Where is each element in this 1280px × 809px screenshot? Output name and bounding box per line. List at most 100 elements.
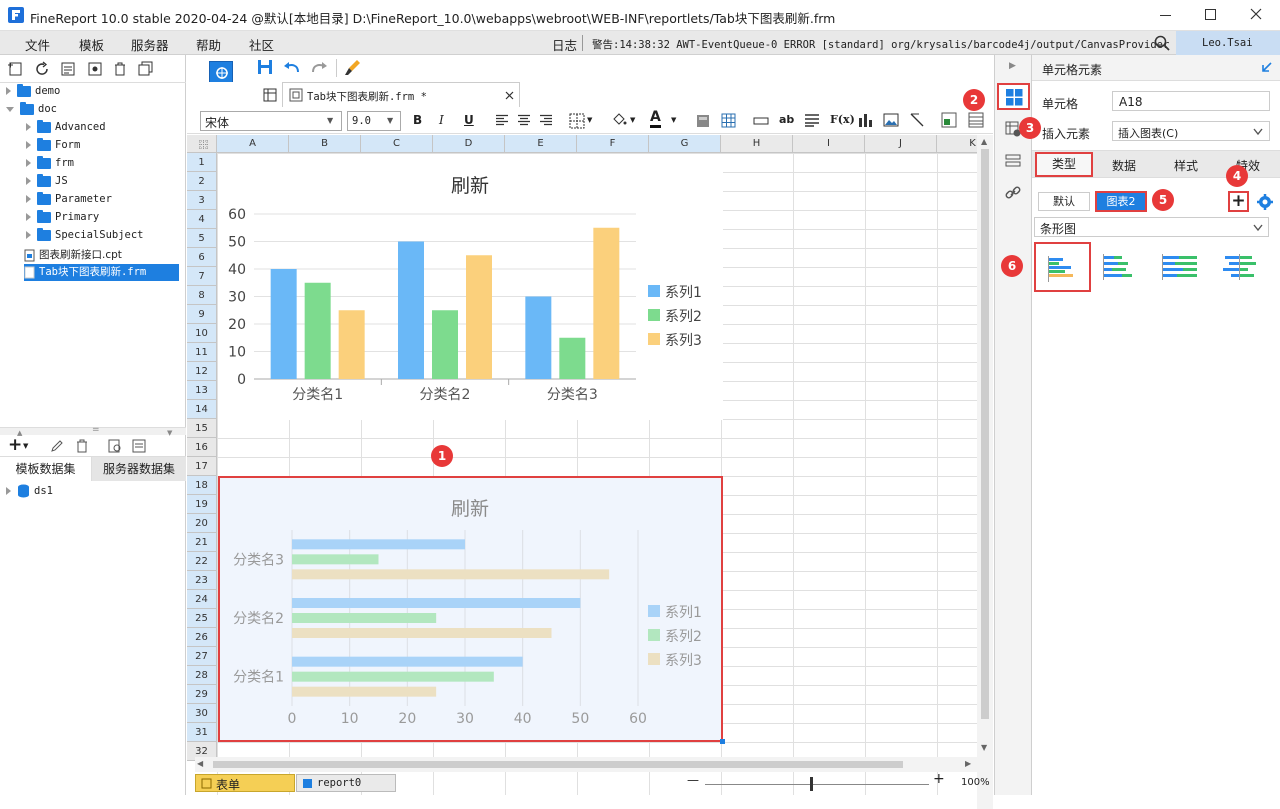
row-header-25[interactable]: 25 (187, 609, 217, 628)
widget-settings-icon[interactable] (1005, 153, 1021, 169)
underline-button[interactable]: U (464, 113, 474, 127)
tree-item-parameter[interactable]: Parameter (26, 191, 112, 205)
add-dropdown-icon[interactable]: ▼ (23, 442, 28, 450)
scroll-down-icon[interactable]: ▼ (981, 743, 987, 752)
border-dropdown-icon[interactable]: ▼ (587, 116, 592, 124)
tab-server-dataset[interactable]: 服务器数据集 (92, 457, 186, 481)
expand-arrow-icon[interactable] (6, 87, 11, 95)
dataset-item-ds1[interactable]: ds1 (6, 484, 53, 498)
row-header-17[interactable]: 17 (187, 457, 217, 476)
align-left-icon[interactable] (495, 114, 509, 127)
tree-item-frm-file-selected[interactable]: Tab块下图表刷新.frm (24, 264, 179, 281)
minimize-icon[interactable] (1160, 8, 1174, 22)
chart-type-select[interactable]: 条形图 (1034, 217, 1269, 237)
row-header-30[interactable]: 30 (187, 704, 217, 723)
chart-settings-gear-icon[interactable] (1257, 194, 1273, 210)
expand-arrow-icon[interactable] (26, 123, 31, 131)
warning-log[interactable]: 警告:14:38:32 AWT-EventQueue-0 ERROR [stan… (592, 37, 1169, 52)
panel-splitter[interactable]: ▲ = ▼ (0, 425, 186, 437)
tree-item-demo[interactable]: demo (6, 83, 60, 97)
row-header-20[interactable]: 20 (187, 514, 217, 533)
row-header-12[interactable]: 12 (187, 362, 217, 381)
bar-1-2[interactable] (398, 241, 424, 380)
log-button[interactable]: 日志 (552, 35, 577, 54)
delete-icon[interactable] (112, 61, 128, 77)
copy-icon[interactable] (138, 61, 154, 77)
tree-item-cpt-file[interactable]: 图表刷新接口.cpt (24, 247, 122, 262)
column-header-g[interactable]: G (649, 135, 721, 153)
row-header-2[interactable]: 2 (187, 172, 217, 191)
close-tab-icon[interactable] (505, 91, 514, 100)
sheet-tab-form[interactable]: 表单 (195, 774, 295, 792)
collapse-arrow-icon[interactable] (6, 106, 14, 112)
zoom-out-button[interactable]: — (687, 773, 699, 787)
border-icon[interactable] (569, 113, 585, 129)
chart-tab-chart2[interactable]: 图表2 (1095, 191, 1147, 212)
row-header-4[interactable]: 4 (187, 210, 217, 229)
column-header-h[interactable]: H (721, 135, 793, 153)
menu-help[interactable]: 帮助 (196, 35, 221, 54)
column-header-e[interactable]: E (505, 135, 577, 153)
row-header-26[interactable]: 26 (187, 628, 217, 647)
tab-template-dataset[interactable]: 模板数据集 (0, 457, 92, 481)
bar-3-2[interactable] (466, 255, 492, 379)
column-header-b[interactable]: B (289, 135, 361, 153)
hbar-3-3[interactable] (292, 569, 610, 580)
expand-arrow-icon[interactable] (6, 487, 11, 495)
tab-type[interactable]: 类型 (1035, 152, 1093, 177)
column-header-f[interactable]: F (577, 135, 649, 153)
tree-item-frm[interactable]: frm (26, 155, 74, 169)
grid-layout-icon[interactable] (263, 88, 277, 102)
zoom-slider-thumb[interactable] (810, 777, 813, 791)
formula-icon[interactable]: F(x) (830, 113, 855, 126)
bar-2-1[interactable] (304, 282, 331, 379)
expand-arrow-icon[interactable] (26, 213, 31, 221)
add-chart-button[interactable]: + (1228, 191, 1249, 212)
bar-1-1[interactable] (270, 269, 297, 379)
cell-input[interactable]: A18 (1112, 91, 1270, 111)
row-header-3[interactable]: 3 (187, 191, 217, 210)
column-header-j[interactable]: J (865, 135, 937, 153)
row-header-16[interactable]: 16 (187, 438, 217, 457)
row-header-31[interactable]: 31 (187, 723, 217, 742)
user-box[interactable]: Leo.Tsai (1176, 31, 1280, 55)
close-icon[interactable] (1250, 8, 1262, 20)
settings-icon[interactable] (87, 61, 103, 77)
text-field-icon[interactable] (753, 116, 769, 126)
expand-arrow-icon[interactable] (26, 141, 31, 149)
bold-button[interactable]: B (413, 113, 422, 127)
scroll-right-icon[interactable]: ▶ (965, 759, 971, 768)
row-header-1[interactable]: 1 (187, 153, 217, 172)
hbar-2-2[interactable] (292, 613, 437, 623)
hbar-1-1[interactable] (292, 656, 523, 667)
font-name-dropdown-icon[interactable]: ▼ (327, 116, 333, 125)
hbar-1-2[interactable] (292, 598, 581, 608)
row-header-18[interactable]: 18 (187, 476, 217, 495)
sheet-tab-report0[interactable]: report0 (296, 774, 396, 792)
insert-dropdown-icon[interactable] (1253, 128, 1263, 136)
align-center-icon[interactable] (517, 114, 531, 127)
font-color-icon[interactable]: A (650, 110, 661, 128)
delete-dataset-icon[interactable] (75, 439, 89, 453)
column-header-a[interactable]: A (217, 135, 289, 153)
scroll-left-icon[interactable]: ◀ (197, 759, 203, 768)
cell-attr-icon[interactable] (941, 112, 957, 128)
edit-icon[interactable] (50, 439, 64, 453)
hbar-2-1[interactable] (292, 671, 494, 682)
menu-file[interactable]: 文件 (25, 35, 50, 54)
chart-type-dropdown-icon[interactable] (1253, 224, 1263, 232)
expand-arrow-icon[interactable] (26, 195, 31, 203)
row-header-22[interactable]: 22 (187, 552, 217, 571)
redo-icon[interactable] (310, 59, 328, 75)
hbar-1-3[interactable] (292, 539, 465, 550)
text-input-icon[interactable]: ab (779, 113, 794, 126)
format-brush-icon[interactable] (344, 58, 362, 76)
row-header-7[interactable]: 7 (187, 267, 217, 286)
row-header-19[interactable]: 19 (187, 495, 217, 514)
row-header-6[interactable]: 6 (187, 248, 217, 267)
tree-item-specialsubject[interactable]: SpecialSubject (26, 227, 144, 241)
row-header-27[interactable]: 27 (187, 647, 217, 666)
row-header-8[interactable]: 8 (187, 286, 217, 305)
tree-item-primary[interactable]: Primary (26, 209, 99, 223)
fill-color-icon[interactable] (611, 112, 627, 128)
